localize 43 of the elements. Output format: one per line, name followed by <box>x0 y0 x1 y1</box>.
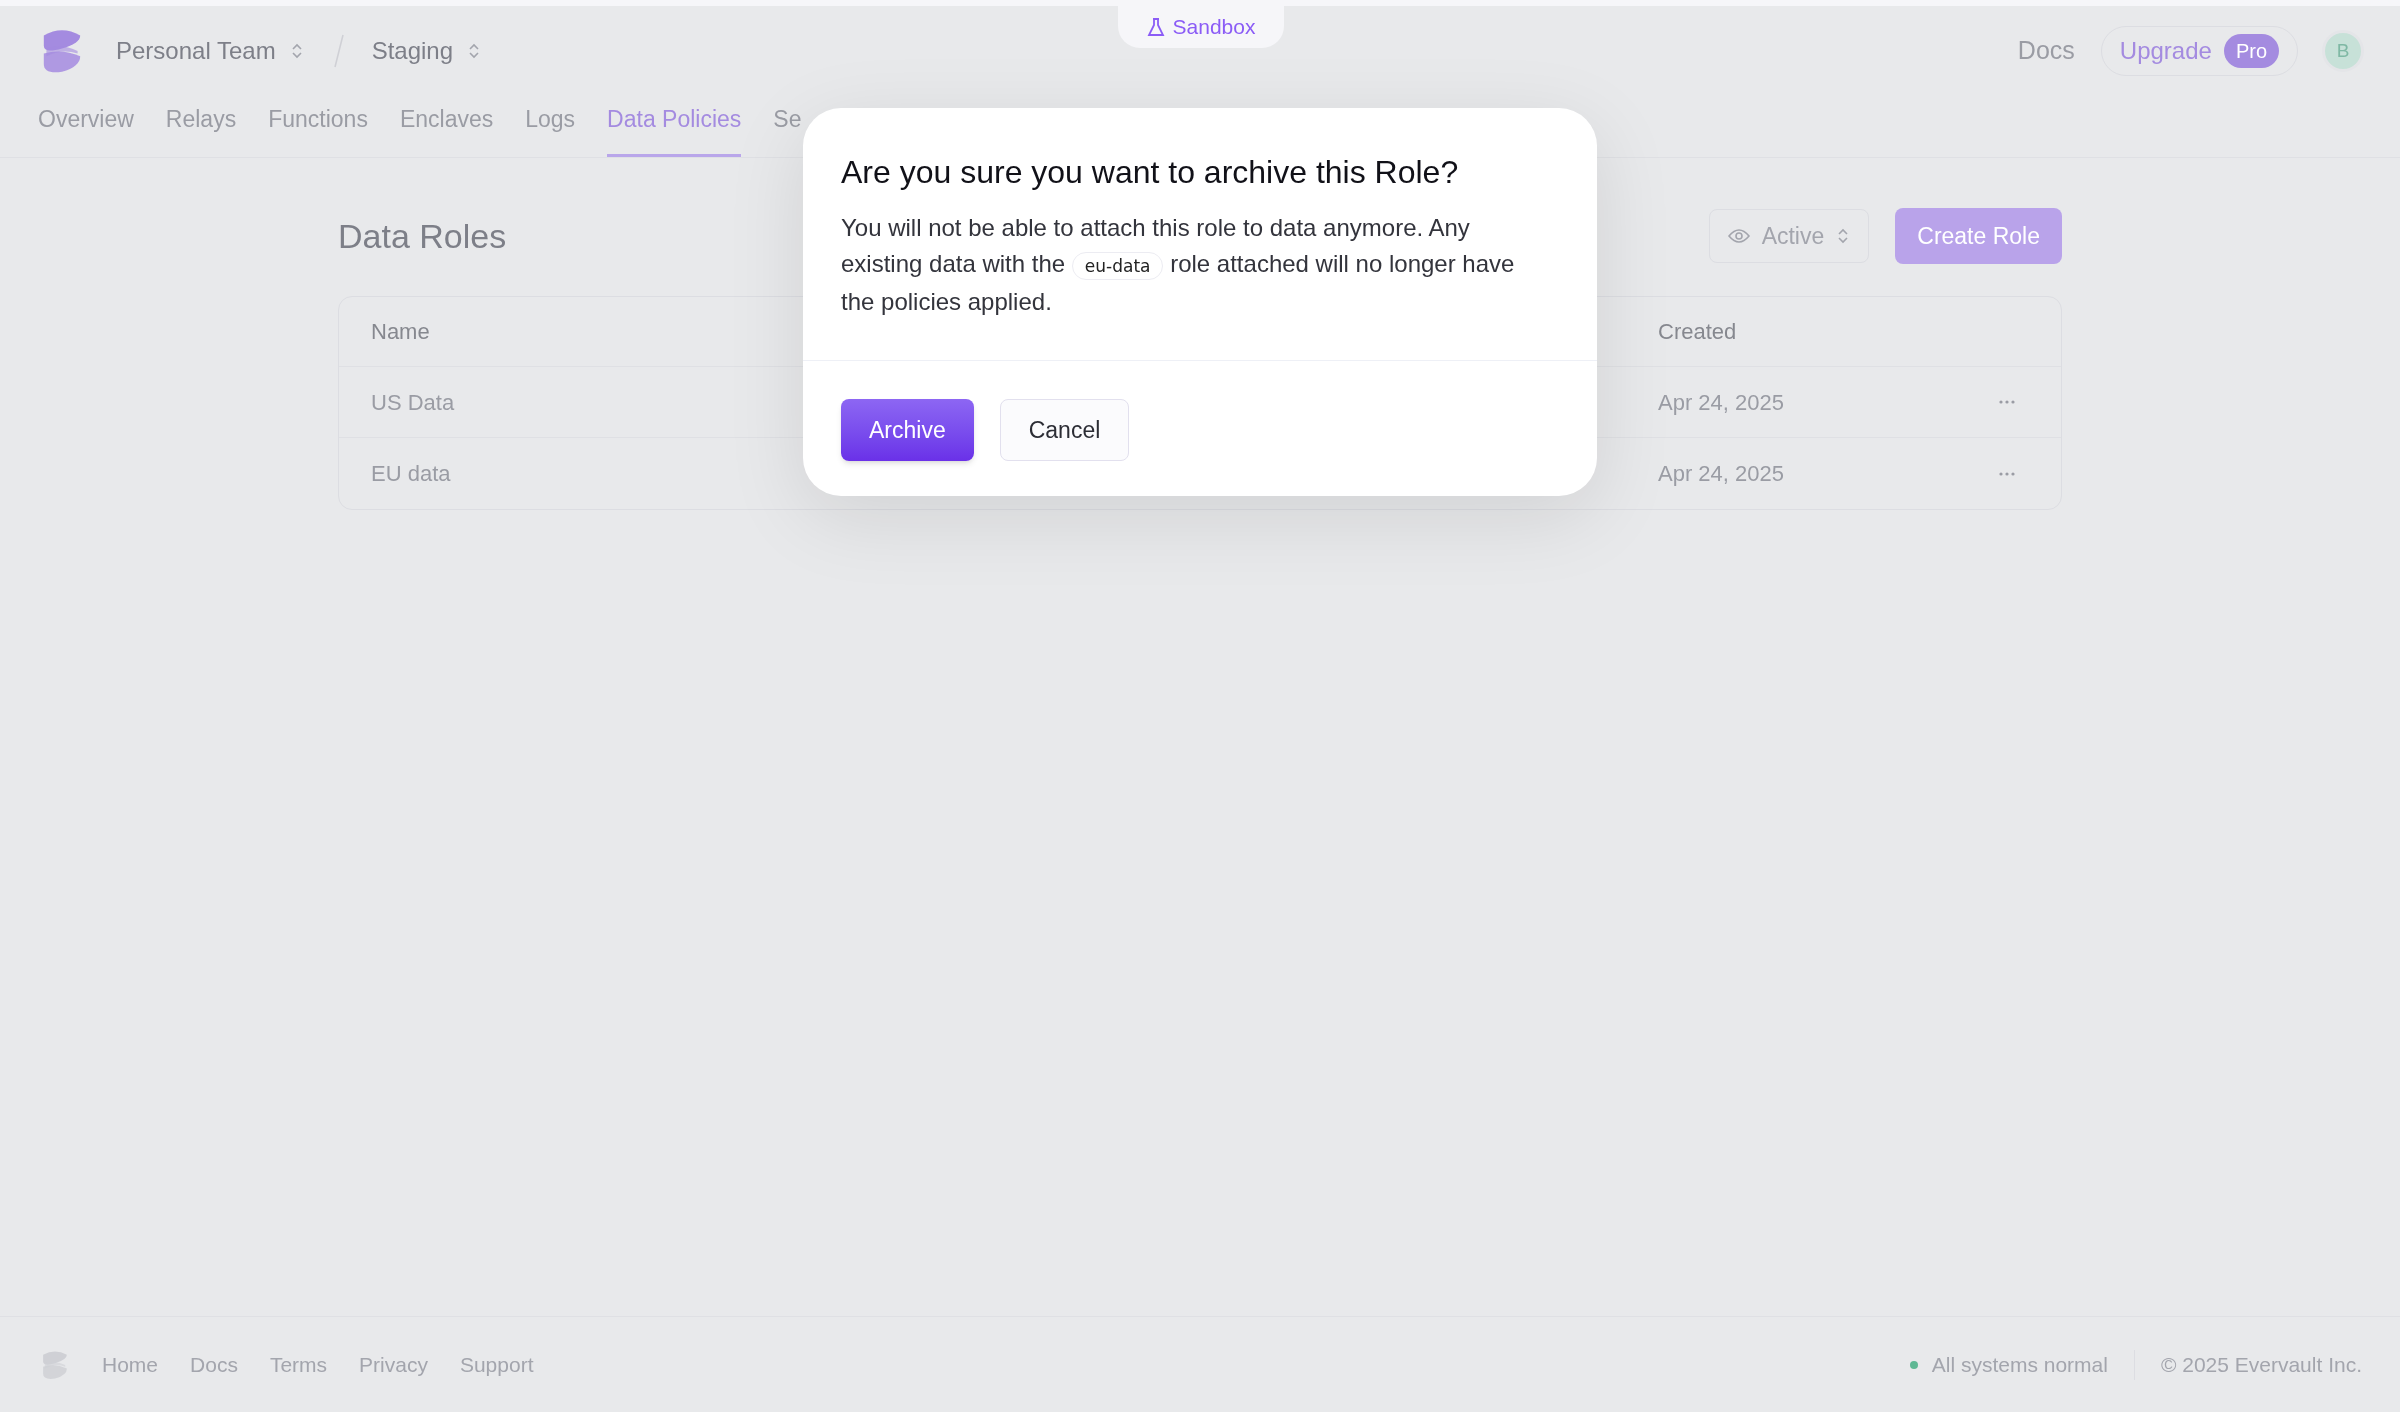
status-text: All systems normal <box>1931 1351 2108 1378</box>
table-cell-text: US Data <box>371 388 456 417</box>
nav-tab[interactable]: Enclaves <box>399 101 494 157</box>
eye-icon <box>1727 228 1750 244</box>
nav-tab[interactable]: Functions <box>268 101 368 157</box>
footer-link[interactable]: Terms <box>269 1348 328 1381</box>
sandbox-tab[interactable]: Sandbox <box>1118 6 1284 48</box>
avatar[interactable]: B <box>2322 30 2364 72</box>
page-title: Data Roles <box>338 215 507 257</box>
filter-label: Active <box>1761 221 1825 251</box>
column-header: Created <box>1658 318 1737 346</box>
status-filter[interactable]: Active <box>1708 209 1870 263</box>
chevron-updown-icon <box>467 42 482 60</box>
nav-tab[interactable]: Relays <box>165 101 237 157</box>
breadcrumb-separator <box>333 34 344 68</box>
nav-tab[interactable]: Se <box>773 101 802 157</box>
table-cell-text: Apr 24, 2025 <box>1658 460 1784 488</box>
table-cell-text: EU data <box>371 460 452 488</box>
nav-tab[interactable]: Data Policies <box>607 101 742 157</box>
chevron-updown-icon <box>289 42 304 60</box>
nav-tab[interactable]: Overview <box>38 101 134 157</box>
flask-icon <box>1146 17 1165 37</box>
archive-button[interactable]: Archive <box>841 399 974 461</box>
cancel-button[interactable]: Cancel <box>999 399 1130 461</box>
environment-switcher[interactable]: Staging <box>371 33 454 69</box>
footer-link[interactable]: Support <box>459 1348 534 1381</box>
footer-link[interactable]: Privacy <box>359 1348 428 1381</box>
table-cell-text: Apr 24, 2025 <box>1658 388 1784 417</box>
footer-link[interactable]: Docs <box>190 1348 238 1381</box>
docs-link[interactable]: Docs <box>2017 32 2075 70</box>
dialog-title: Are you sure you want to archive this Role? <box>841 153 1460 192</box>
nav-tab[interactable]: Logs <box>525 101 576 157</box>
more-icon[interactable] <box>1999 400 2015 404</box>
copyright: © 2025 Evervault Inc. <box>2160 1351 2362 1378</box>
more-icon[interactable] <box>1999 471 2015 476</box>
footer-link[interactable]: Home <box>102 1348 159 1381</box>
column-header: Name <box>371 318 431 346</box>
create-role-button[interactable]: Create Role <box>1895 208 2062 264</box>
dialog-message: You will not be able to attach this role to data anymore. Any existing data with the eu-data role attached will no longer have the policies applied. <box>841 213 1516 317</box>
team-switcher[interactable]: Personal Team <box>116 33 276 69</box>
chevron-updown-icon <box>1836 227 1851 245</box>
pro-badge: Pro <box>2223 34 2279 68</box>
upgrade-label: Upgrade <box>2119 36 2212 66</box>
